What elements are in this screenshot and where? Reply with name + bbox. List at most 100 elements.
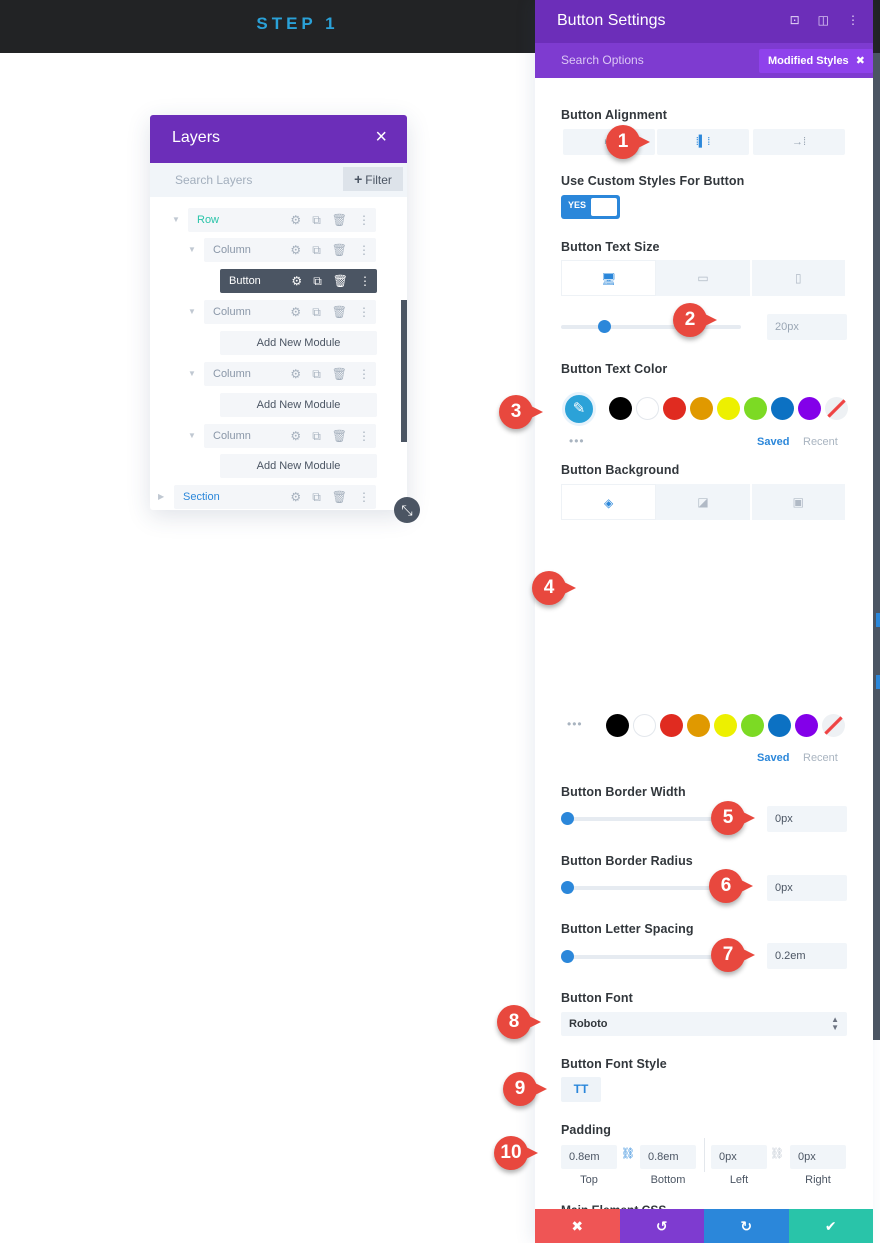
phone-tab[interactable]: ▯ — [751, 260, 847, 296]
align-right-button[interactable]: →⁞ — [753, 129, 845, 155]
no-color-swatch[interactable] — [825, 397, 848, 420]
add-new-module-button[interactable]: Add New Module — [220, 454, 377, 478]
more-icon[interactable]: ⋮ — [358, 208, 370, 232]
gear-icon[interactable]: ⚙ — [290, 424, 301, 448]
recent-colors-tab[interactable]: Recent — [803, 752, 838, 764]
font-select[interactable]: Roboto ▲ ▼ — [561, 1012, 847, 1036]
more-icon[interactable]: ⋮ — [358, 300, 370, 324]
save-button[interactable]: ✔ — [788, 1209, 873, 1243]
color-swatch[interactable] — [663, 397, 686, 420]
more-icon[interactable]: ⋮ — [358, 362, 370, 386]
caret-down-icon[interactable]: ▼ — [188, 424, 196, 448]
color-swatch[interactable] — [744, 397, 767, 420]
layer-row[interactable]: Row ⚙ ⧉ 🗑 ⋮ — [188, 208, 376, 232]
layer-column[interactable]: Column ⚙ ⧉ 🗑 ⋮ — [204, 300, 376, 324]
gear-icon[interactable]: ⚙ — [290, 300, 301, 324]
layers-scrollbar[interactable] — [401, 300, 407, 442]
color-swatch[interactable] — [717, 397, 740, 420]
more-icon[interactable]: ⋮ — [358, 238, 370, 262]
no-color-swatch[interactable] — [822, 714, 845, 737]
more-vertical-icon[interactable]: ⋮ — [847, 13, 859, 27]
close-icon[interactable]: × — [375, 127, 387, 147]
gear-icon[interactable]: ⚙ — [290, 238, 301, 262]
trash-icon[interactable]: 🗑 — [332, 485, 347, 509]
color-swatch[interactable] — [798, 397, 821, 420]
resize-icon[interactable]: ⤡ — [394, 497, 420, 523]
trash-icon[interactable]: 🗑 — [333, 269, 348, 293]
color-swatch[interactable] — [660, 714, 683, 737]
duplicate-icon[interactable]: ⧉ — [312, 424, 321, 448]
padding-right-input[interactable] — [790, 1145, 846, 1169]
uppercase-style-button[interactable]: TT — [561, 1077, 601, 1102]
layer-column[interactable]: Column ⚙ ⧉ 🗑 ⋮ — [204, 238, 376, 262]
duplicate-icon[interactable]: ⧉ — [312, 485, 321, 509]
more-colors-icon[interactable]: ••• — [567, 717, 583, 731]
link-icon[interactable]: ⛓ — [621, 1147, 635, 1160]
layer-button-module[interactable]: Button ⚙ ⧉ 🗑 ⋮ — [220, 269, 377, 293]
slider-thumb[interactable] — [561, 812, 574, 825]
color-swatch[interactable] — [741, 714, 764, 737]
gear-icon[interactable]: ⚙ — [290, 485, 301, 509]
slider-thumb[interactable] — [561, 950, 574, 963]
gear-icon[interactable]: ⚙ — [290, 208, 301, 232]
color-swatch[interactable] — [687, 714, 710, 737]
border-width-input[interactable] — [767, 806, 847, 832]
more-icon[interactable]: ⋮ — [358, 485, 370, 509]
padding-top-input[interactable] — [561, 1145, 617, 1169]
close-icon[interactable]: ✖ — [856, 49, 865, 73]
tablet-tab[interactable]: ▭ — [656, 260, 752, 296]
color-swatch[interactable] — [771, 397, 794, 420]
more-icon[interactable]: ⋮ — [358, 424, 370, 448]
undo-button[interactable]: ↺ — [619, 1209, 704, 1243]
add-new-module-button[interactable]: Add New Module — [220, 393, 377, 417]
duplicate-icon[interactable]: ⧉ — [312, 362, 321, 386]
duplicate-icon[interactable]: ⧉ — [313, 269, 322, 293]
search-layers-input[interactable] — [150, 163, 330, 197]
letter-spacing-input[interactable] — [767, 943, 847, 969]
trash-icon[interactable]: 🗑 — [332, 362, 347, 386]
gear-icon[interactable]: ⚙ — [290, 362, 301, 386]
slider-thumb[interactable] — [597, 320, 611, 333]
color-swatch[interactable] — [606, 714, 629, 737]
layer-column[interactable]: Column ⚙ ⧉ 🗑 ⋮ — [204, 424, 376, 448]
color-swatch[interactable] — [636, 397, 659, 420]
trash-icon[interactable]: 🗑 — [332, 300, 347, 324]
split-view-icon[interactable]: ◫ — [818, 13, 829, 27]
layer-column[interactable]: Column ⚙ ⧉ 🗑 ⋮ — [204, 362, 376, 386]
color-swatch[interactable] — [609, 397, 632, 420]
gear-icon[interactable]: ⚙ — [291, 269, 302, 293]
more-icon[interactable]: ⋮ — [359, 269, 371, 293]
search-options-input[interactable]: Search Options — [561, 53, 644, 67]
trash-icon[interactable]: 🗑 — [332, 238, 347, 262]
eyedropper-icon[interactable]: ✎ — [562, 392, 596, 426]
focus-icon[interactable]: ⊡ — [790, 13, 800, 27]
trash-icon[interactable]: 🗑 — [332, 208, 347, 232]
caret-down-icon[interactable]: ▼ — [188, 238, 196, 262]
duplicate-icon[interactable]: ⧉ — [312, 208, 321, 232]
custom-styles-toggle[interactable]: YES — [561, 195, 620, 219]
more-colors-icon[interactable]: ••• — [569, 434, 585, 448]
caret-down-icon[interactable]: ▼ — [172, 208, 180, 232]
filter-button[interactable]: + Filter — [343, 167, 403, 191]
desktop-tab[interactable]: 🖥 — [561, 260, 657, 296]
layer-section[interactable]: Section ⚙ ⧉ 🗑 ⋮ — [174, 485, 376, 509]
bg-color-tab[interactable]: ◈ — [561, 484, 657, 520]
caret-down-icon[interactable]: ▼ — [188, 300, 196, 324]
bg-image-tab[interactable]: ▣ — [751, 484, 847, 520]
saved-colors-tab[interactable]: Saved — [757, 436, 789, 448]
duplicate-icon[interactable]: ⧉ — [312, 300, 321, 324]
recent-colors-tab[interactable]: Recent — [803, 436, 838, 448]
bg-gradient-tab[interactable]: ◪ — [656, 484, 752, 520]
redo-button[interactable]: ↻ — [704, 1209, 789, 1243]
cancel-button[interactable]: ✖ — [535, 1209, 620, 1243]
color-swatch[interactable] — [633, 714, 656, 737]
unlink-icon[interactable]: ⛓ — [770, 1147, 784, 1160]
duplicate-icon[interactable]: ⧉ — [312, 238, 321, 262]
padding-bottom-input[interactable] — [640, 1145, 696, 1169]
slider-thumb[interactable] — [561, 881, 574, 894]
saved-colors-tab[interactable]: Saved — [757, 752, 789, 764]
caret-down-icon[interactable]: ▼ — [188, 362, 196, 386]
align-center-button[interactable]: ⁞▍⁞ — [657, 129, 749, 155]
color-swatch[interactable] — [768, 714, 791, 737]
border-radius-input[interactable] — [767, 875, 847, 901]
